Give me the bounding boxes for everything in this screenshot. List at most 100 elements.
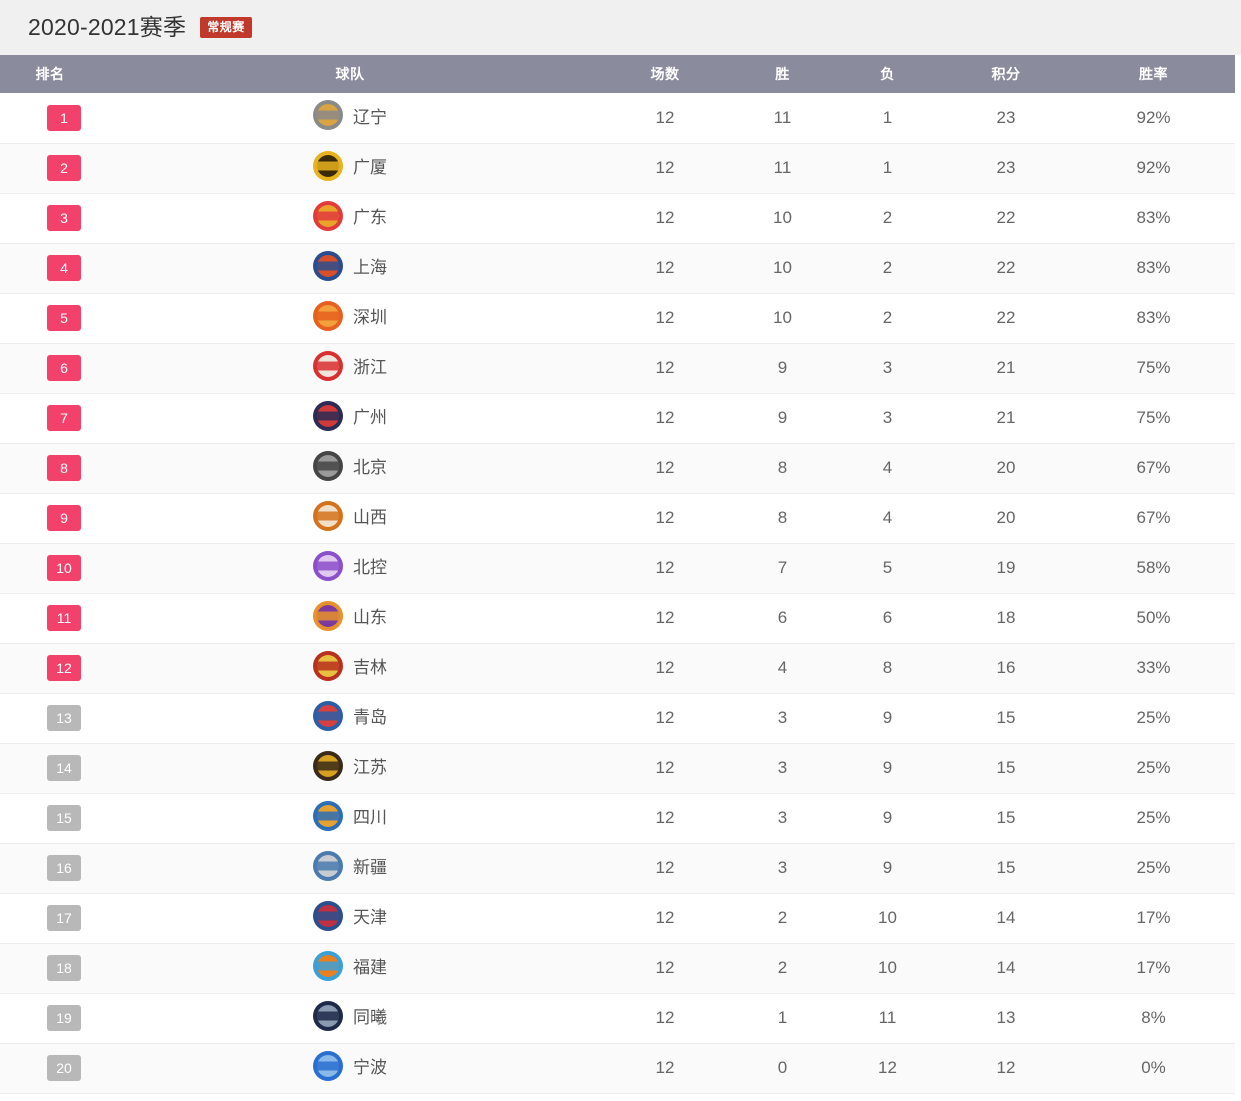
team-cell[interactable]: 江苏 — [100, 743, 600, 793]
table-row[interactable]: 14 江苏 12 3 9 15 25% — [0, 743, 1235, 793]
column-header-games[interactable]: 场数 — [600, 55, 730, 93]
column-header-points[interactable]: 积分 — [940, 55, 1072, 93]
cell-points: 22 — [996, 258, 1016, 277]
table-row[interactable]: 12 吉林 12 4 8 16 33% — [0, 643, 1235, 693]
table-row[interactable]: 18 福建 12 2 10 14 17% — [0, 943, 1235, 993]
cell-pct: 75% — [1136, 358, 1171, 377]
team-cell[interactable]: 青岛 — [100, 693, 600, 743]
cell-points: 15 — [996, 708, 1016, 727]
table-header-row: 排名 球队 场数 胜 负 积分 胜率 — [0, 55, 1235, 93]
cell-pct: 75% — [1136, 408, 1171, 427]
team-name: 广东 — [353, 208, 387, 227]
team-cell[interactable]: 吉林 — [100, 643, 600, 693]
table-row[interactable]: 20 宁波 12 0 12 12 0% — [0, 1043, 1235, 1093]
team-cell[interactable]: 山西 — [100, 493, 600, 543]
team-cell[interactable]: 天津 — [100, 893, 600, 943]
team-cell[interactable]: 辽宁 — [100, 93, 600, 143]
table-row[interactable]: 17 天津 12 2 10 14 17% — [0, 893, 1235, 943]
cell-games: 12 — [655, 808, 675, 827]
cell-games: 12 — [655, 558, 675, 577]
team-name: 山东 — [353, 608, 387, 627]
table-body: 1 辽宁 12 11 1 23 92% 2 广厦 12 11 1 23 92% 3 广东 12 10 2 22 83% 4… — [0, 93, 1235, 1093]
shenzhen-logo — [313, 300, 343, 331]
cell-pct: 25% — [1136, 758, 1171, 777]
table-row[interactable]: 1 辽宁 12 11 1 23 92% — [0, 93, 1235, 143]
cell-games: 12 — [655, 258, 675, 277]
rank-badge: 19 — [47, 1005, 81, 1031]
team-name: 四川 — [353, 808, 387, 827]
team-cell[interactable]: 四川 — [100, 793, 600, 843]
team-name: 辽宁 — [353, 107, 387, 127]
standings-table: 排名 球队 场数 胜 负 积分 胜率 1 辽宁 12 11 1 23 92% 2 广厦 12 11 1… — [0, 55, 1235, 1094]
cell-games: 12 — [655, 958, 675, 977]
rank-badge: 10 — [47, 555, 81, 581]
cell-pct: 67% — [1136, 508, 1171, 527]
table-row[interactable]: 3 广东 12 10 2 22 83% — [0, 193, 1235, 243]
team-name: 深圳 — [353, 308, 387, 327]
table-row[interactable]: 8 北京 12 8 4 20 67% — [0, 443, 1235, 493]
cell-pct: 83% — [1136, 208, 1171, 227]
column-header-pct[interactable]: 胜率 — [1072, 55, 1235, 93]
table-row[interactable]: 13 青岛 12 3 9 15 25% — [0, 693, 1235, 743]
cell-points: 19 — [996, 558, 1016, 577]
tongxi-logo — [313, 1000, 343, 1031]
table-row[interactable]: 7 广州 12 9 3 21 75% — [0, 393, 1235, 443]
rank-badge: 1 — [47, 104, 81, 131]
cell-pct: 25% — [1136, 808, 1171, 827]
team-cell[interactable]: 深圳 — [100, 293, 600, 343]
rank-cell: 11 — [0, 593, 100, 643]
cell-games: 12 — [655, 1058, 675, 1077]
column-header-team[interactable]: 球队 — [100, 55, 600, 93]
table-row[interactable]: 19 同曦 12 1 11 13 8% — [0, 993, 1235, 1043]
cell-games: 12 — [655, 908, 675, 927]
team-cell[interactable]: 福建 — [100, 943, 600, 993]
cell-loss: 3 — [882, 358, 893, 377]
rank-cell: 9 — [0, 493, 100, 543]
team-cell[interactable]: 宁波 — [100, 1043, 600, 1093]
team-cell[interactable]: 新疆 — [100, 843, 600, 893]
cell-loss: 6 — [882, 608, 893, 627]
cell-win: 8 — [777, 508, 788, 527]
cell-win: 3 — [777, 858, 788, 877]
team-name: 北控 — [353, 558, 387, 577]
team-name: 上海 — [353, 258, 387, 277]
table-row[interactable]: 16 新疆 12 3 9 15 25% — [0, 843, 1235, 893]
cell-games: 12 — [655, 107, 675, 127]
table-row[interactable]: 5 深圳 12 10 2 22 83% — [0, 293, 1235, 343]
team-cell[interactable]: 广州 — [100, 393, 600, 443]
cell-points: 14 — [996, 908, 1016, 927]
table-row[interactable]: 9 山西 12 8 4 20 67% — [0, 493, 1235, 543]
table-row[interactable]: 15 四川 12 3 9 15 25% — [0, 793, 1235, 843]
table-row[interactable]: 11 山东 12 6 6 18 50% — [0, 593, 1235, 643]
cell-loss: 10 — [878, 908, 897, 927]
page-title: 2020-2021赛季 — [28, 14, 187, 40]
cell-pct: 17% — [1136, 908, 1171, 927]
cell-points: 15 — [996, 758, 1016, 777]
cell-win: 4 — [777, 658, 788, 677]
table-row[interactable]: 10 北控 12 7 5 19 58% — [0, 543, 1235, 593]
team-cell[interactable]: 广东 — [100, 193, 600, 243]
team-cell[interactable]: 浙江 — [100, 343, 600, 393]
table-header: 排名 球队 场数 胜 负 积分 胜率 — [0, 55, 1235, 93]
column-header-win[interactable]: 胜 — [730, 55, 835, 93]
team-cell[interactable]: 山东 — [100, 593, 600, 643]
table-row[interactable]: 4 上海 12 10 2 22 83% — [0, 243, 1235, 293]
cell-points: 20 — [996, 458, 1016, 477]
rank-cell: 1 — [0, 93, 100, 143]
team-cell[interactable]: 同曦 — [100, 993, 600, 1043]
table-row[interactable]: 2 广厦 12 11 1 23 92% — [0, 143, 1235, 193]
rank-cell: 16 — [0, 843, 100, 893]
cell-win: 0 — [777, 1058, 788, 1077]
column-header-loss[interactable]: 负 — [835, 55, 940, 93]
team-cell[interactable]: 广厦 — [100, 143, 600, 193]
team-cell[interactable]: 北控 — [100, 543, 600, 593]
table-row[interactable]: 6 浙江 12 9 3 21 75% — [0, 343, 1235, 393]
cell-points: 15 — [996, 808, 1016, 827]
cell-loss: 4 — [882, 508, 893, 527]
team-cell[interactable]: 北京 — [100, 443, 600, 493]
column-header-rank[interactable]: 排名 — [0, 55, 100, 93]
beijing-logo — [313, 450, 343, 481]
cell-win: 11 — [773, 107, 792, 127]
team-cell[interactable]: 上海 — [100, 243, 600, 293]
cell-win: 7 — [777, 558, 788, 577]
